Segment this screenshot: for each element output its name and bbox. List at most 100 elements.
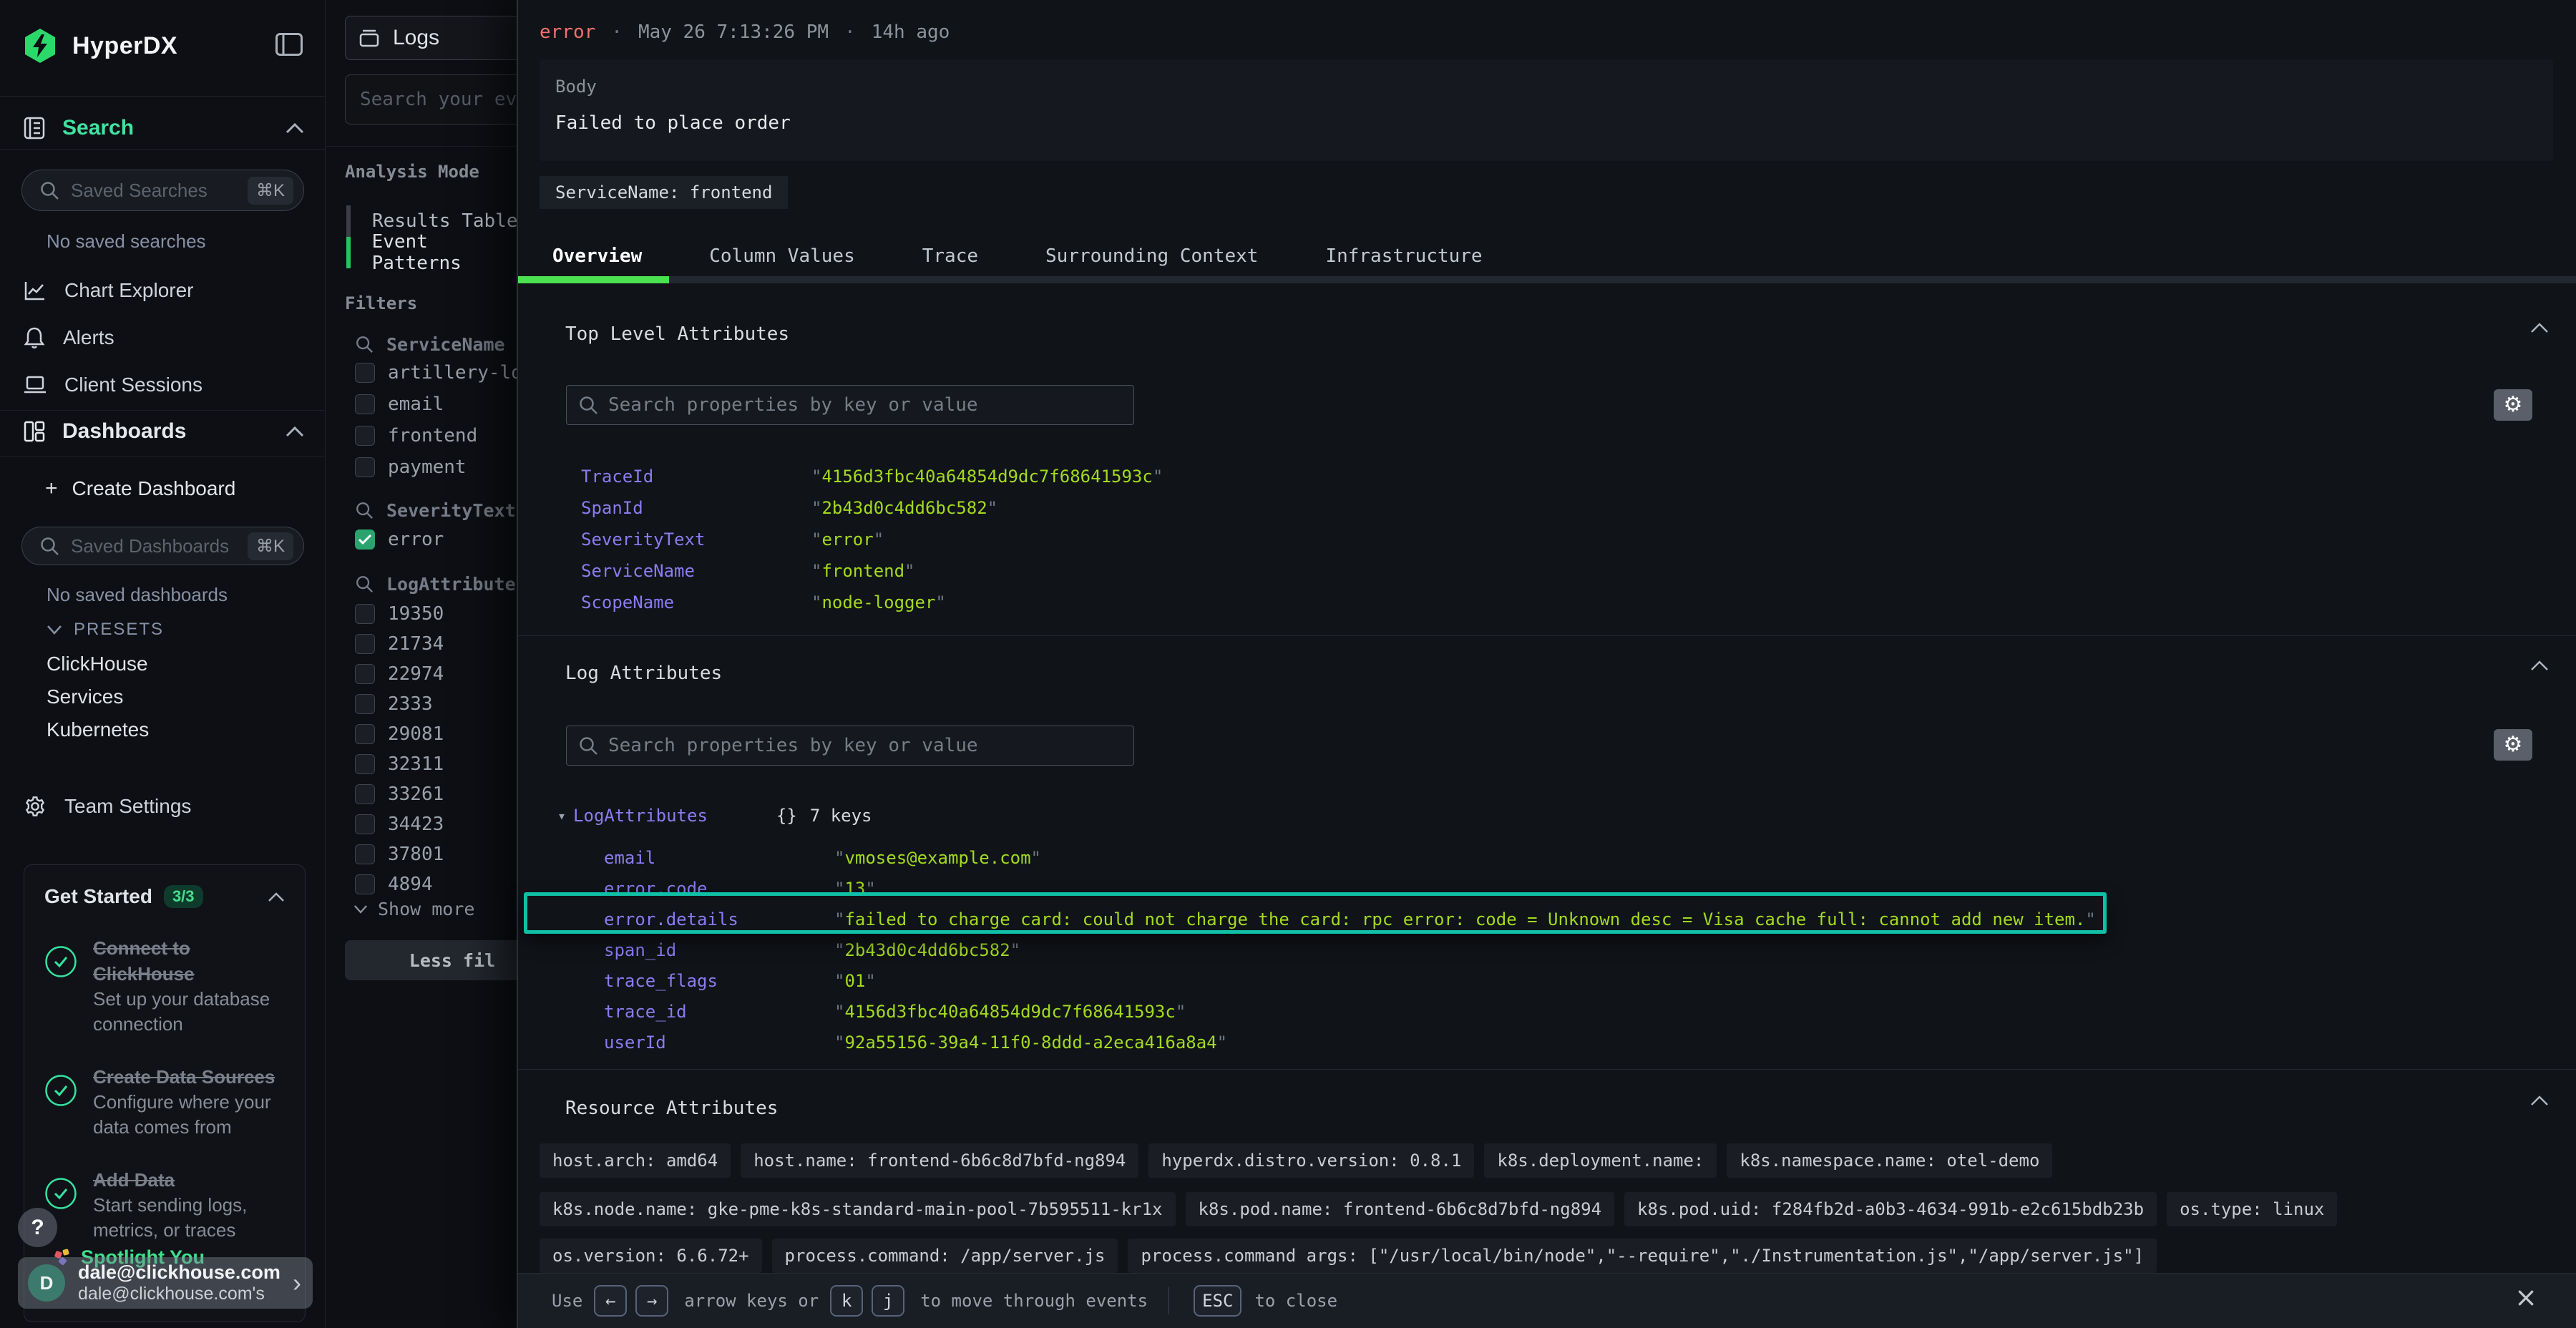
sidebar-item-alerts[interactable]: Alerts (0, 322, 326, 353)
saved-searches-input[interactable] (71, 180, 248, 202)
filter-option-32311[interactable]: 32311 (355, 753, 444, 776)
filter-group-servicename[interactable]: ServiceName (355, 333, 505, 355)
checkbox-checked[interactable] (355, 529, 375, 550)
tab-underline-track (518, 276, 2576, 283)
create-dashboard-button[interactable]: + Create Dashboard (45, 476, 235, 502)
tab-column-values[interactable]: Column Values (709, 245, 855, 267)
top-level-search-input[interactable] (608, 394, 1133, 416)
preset-services[interactable]: Services (47, 685, 123, 708)
filter-option-4894[interactable]: 4894 (355, 873, 433, 896)
active-tab-underline (518, 276, 669, 283)
mode-event-patterns[interactable]: Event Patterns (346, 237, 518, 268)
sidebar-collapse-icon[interactable] (275, 33, 303, 56)
resource-tag[interactable]: host.name: frontend-6b6c8d7bfd-ng894 (741, 1143, 1138, 1178)
resource-tag[interactable]: os.version: 6.6.72+ (540, 1239, 762, 1273)
search-icon (355, 501, 374, 519)
checkbox[interactable] (355, 363, 375, 383)
filter-option-33261[interactable]: 33261 (355, 783, 444, 806)
filter-option-email[interactable]: email (355, 393, 444, 416)
chevron-down-icon (47, 625, 62, 635)
sidebar-item-search[interactable]: Search (0, 107, 326, 149)
filter-option-frontend[interactable]: frontend (355, 424, 477, 447)
log-attrs-search-box[interactable] (566, 726, 1134, 766)
sidebar-item-chart-explorer[interactable]: Chart Explorer (0, 275, 326, 306)
get-started-step-connect[interactable]: Connect to ClickHouse Set up your databa… (44, 935, 285, 1037)
tab-infrastructure[interactable]: Infrastructure (1325, 245, 1482, 267)
resource-tag[interactable]: process.command args: ["/usr/local/bin/n… (1128, 1239, 2157, 1273)
filter-option-2333[interactable]: 2333 (355, 693, 433, 716)
filter-option-artillery[interactable]: artillery-loa (355, 361, 534, 384)
resource-tag[interactable]: k8s.node.name: gke-pme-k8s-standard-main… (540, 1192, 1176, 1226)
resource-tag[interactable]: os.type: linux (2167, 1192, 2337, 1226)
gear-icon[interactable]: ⚙ (2494, 729, 2532, 761)
tab-overview[interactable]: Overview (552, 245, 642, 267)
user-email: dale@clickhouse.com (78, 1261, 293, 1284)
collapse-section-icon[interactable] (2530, 1095, 2549, 1106)
checkbox[interactable] (355, 604, 375, 624)
filter-option-error[interactable]: error (355, 528, 444, 551)
checkbox[interactable] (355, 784, 375, 804)
filter-option-22974[interactable]: 22974 (355, 663, 444, 685)
checkbox[interactable] (355, 844, 375, 864)
saved-searches-search[interactable]: ⌘K (21, 170, 304, 211)
tab-trace[interactable]: Trace (922, 245, 978, 267)
preset-kubernetes[interactable]: Kubernetes (47, 718, 149, 741)
filter-option-19350[interactable]: 19350 (355, 602, 444, 625)
checkbox[interactable] (355, 874, 375, 894)
checkbox[interactable] (355, 694, 375, 714)
resource-tag[interactable]: k8s.namespace.name: otel-demo (1727, 1143, 2052, 1178)
app-logo[interactable]: HyperDX (24, 27, 304, 64)
presets-toggle[interactable]: PRESETS (47, 620, 164, 640)
body-label: Body (555, 77, 597, 97)
filter-option-34423[interactable]: 34423 (355, 813, 444, 836)
filter-option-payment[interactable]: payment (355, 456, 467, 479)
filter-option-21734[interactable]: 21734 (355, 633, 444, 655)
tab-surrounding-context[interactable]: Surrounding Context (1045, 245, 1258, 267)
checkbox[interactable] (355, 724, 375, 744)
saved-dashboards-input[interactable] (71, 535, 248, 557)
service-name-chip[interactable]: ServiceName: frontend (540, 176, 788, 209)
sidebar-item-dashboards[interactable]: Dashboards (0, 411, 326, 452)
chevron-up-icon[interactable] (268, 892, 285, 902)
divider (518, 1069, 2576, 1070)
get-started-title: Get Started (44, 885, 152, 908)
checkbox[interactable] (355, 426, 375, 446)
filter-group-severitytext[interactable]: SeverityText (355, 499, 516, 521)
resource-tag[interactable]: process.command: /app/server.js (772, 1239, 1118, 1273)
checkbox[interactable] (355, 634, 375, 654)
sidebar-item-client-sessions[interactable]: Client Sessions (0, 369, 326, 401)
show-more-button[interactable]: Show more (353, 899, 474, 919)
resource-tag[interactable]: host.arch: amd64 (540, 1143, 731, 1178)
arrow-left-key: ← (594, 1285, 627, 1317)
saved-dashboards-search[interactable]: ⌘K (21, 527, 304, 565)
log-attributes-tree-root[interactable]: ▾ LogAttributes {} 7 keys (557, 806, 872, 826)
no-saved-searches-note: No saved searches (47, 230, 206, 253)
checkbox[interactable] (355, 457, 375, 477)
checkbox[interactable] (355, 814, 375, 834)
get-started-step-add-data[interactable]: Add Data Start sending logs, metrics, or… (44, 1167, 285, 1243)
close-icon[interactable]: × (2514, 1284, 2537, 1311)
resource-tag[interactable]: k8s.pod.name: frontend-6b6c8d7bfd-ng894 (1186, 1192, 1615, 1226)
collapse-section-icon[interactable] (2530, 322, 2549, 333)
filter-group-logattributes[interactable]: LogAttributes (355, 573, 527, 595)
resource-tag[interactable]: k8s.deployment.name: (1484, 1143, 1717, 1178)
collapse-section-icon[interactable] (2530, 660, 2549, 671)
checkbox[interactable] (355, 394, 375, 414)
j-key: j (872, 1285, 904, 1317)
checkbox[interactable] (355, 754, 375, 774)
checkbox[interactable] (355, 664, 375, 684)
get-started-step-sources[interactable]: Create Data Sources Configure where your… (44, 1064, 285, 1140)
user-menu[interactable]: D dale@clickhouse.com dale@clickhouse.co… (18, 1257, 313, 1309)
resource-tag[interactable]: k8s.pod.uid: f284fb2d-a0b3-4634-991b-e2c… (1624, 1192, 2157, 1226)
search-icon (355, 335, 374, 353)
preset-clickhouse[interactable]: ClickHouse (47, 653, 148, 675)
sidebar-item-team-settings[interactable]: Team Settings (0, 791, 326, 822)
resource-tag[interactable]: hyperdx.distro.version: 0.8.1 (1148, 1143, 1474, 1178)
filter-option-29081[interactable]: 29081 (355, 723, 444, 746)
user-team: dale@clickhouse.com's (78, 1284, 293, 1304)
gear-icon[interactable]: ⚙ (2494, 389, 2532, 421)
log-attrs-search-input[interactable] (608, 735, 1133, 756)
top-level-search-box[interactable] (566, 385, 1134, 425)
help-button[interactable]: ? (18, 1208, 57, 1247)
filter-option-37801[interactable]: 37801 (355, 843, 444, 866)
